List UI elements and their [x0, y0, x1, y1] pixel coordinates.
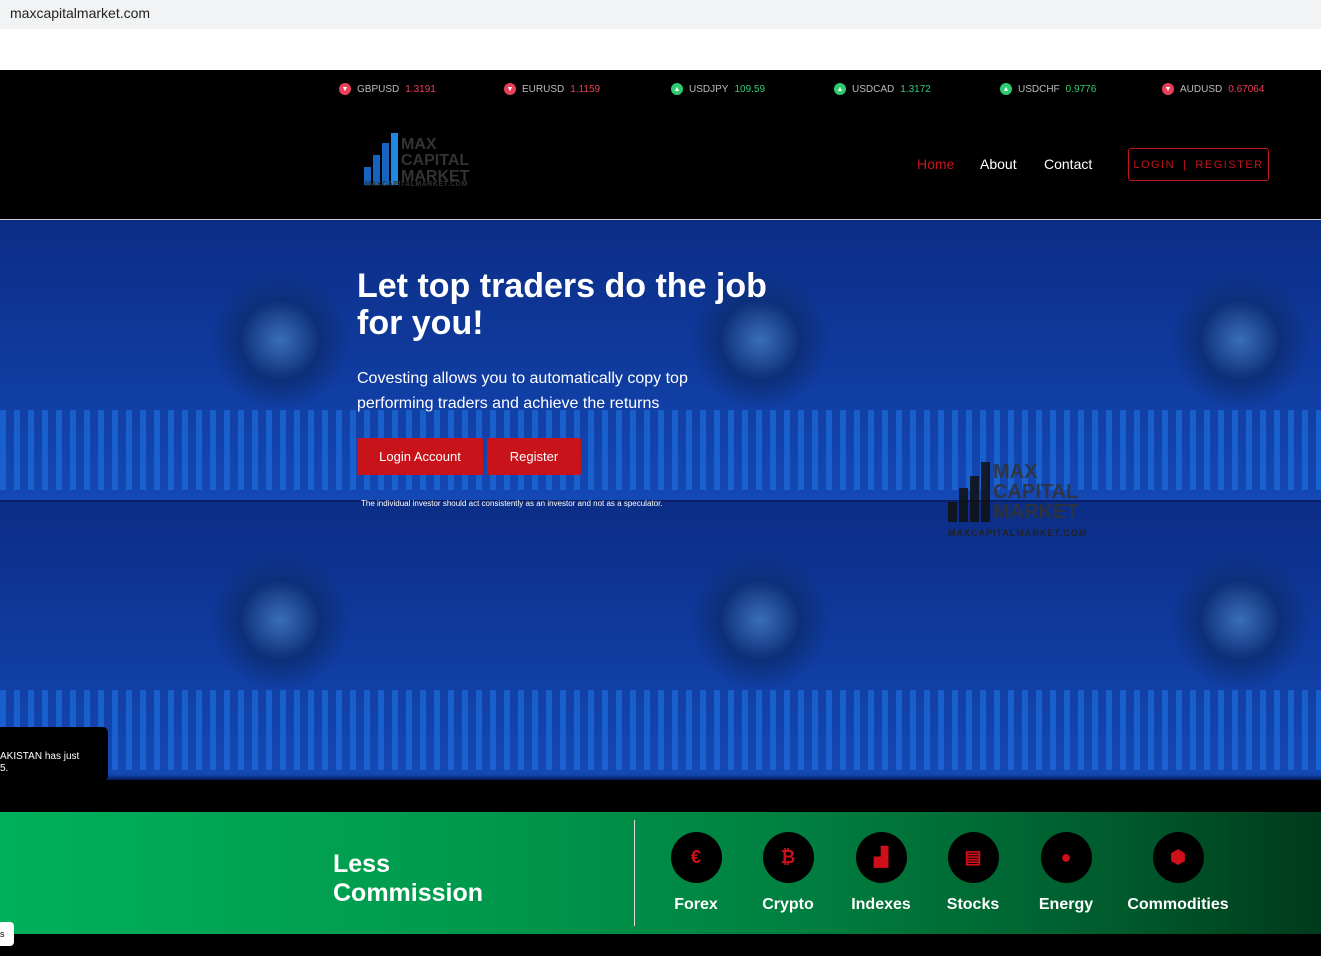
arrow-down-icon: ▼ [1162, 83, 1174, 95]
notification-toast[interactable]: AKISTAN has just 5. [0, 727, 108, 781]
nav-about[interactable]: About [980, 156, 1017, 172]
bitcoin-icon: ₿ [762, 832, 814, 883]
category-forex[interactable]: € Forex [646, 832, 746, 914]
ticker-symbol: USDCAD [852, 83, 895, 95]
ticker-value: 0.9776 [1065, 83, 1097, 95]
ticker-item: ▼ GBPUSD 1.3191 [339, 83, 436, 95]
ticker-value: 0.67064 [1228, 83, 1265, 95]
ticker-value: 109.59 [734, 83, 766, 95]
arrow-up-icon: ▲ [834, 83, 846, 95]
category-energy[interactable]: ● Energy [1016, 832, 1116, 914]
ticker-symbol: AUDUSD [1180, 83, 1223, 95]
ticker-symbol: EURUSD [522, 83, 565, 95]
category-stocks[interactable]: ▤ Stocks [923, 832, 1023, 914]
category-commodities[interactable]: ⬢ Commodities [1127, 832, 1229, 914]
logo-bars-icon [948, 462, 990, 522]
register-button[interactable]: Register [487, 438, 581, 475]
arrow-up-icon: ▲ [671, 83, 683, 95]
category-indexes[interactable]: ▟ Indexes [831, 832, 931, 914]
arrow-up-icon: ▲ [1000, 83, 1012, 95]
less-commission-title: Less Commission [333, 850, 484, 907]
address-bar[interactable]: maxcapitalmarket.com [0, 0, 1321, 29]
blank-band [0, 29, 1321, 70]
euro-icon: € [670, 832, 722, 883]
watermark-subtitle: MAXCAPITALMARKET.COM [948, 528, 1088, 538]
login-account-button[interactable]: Login Account [357, 438, 483, 475]
drop-icon: ● [1040, 832, 1092, 883]
category-crypto[interactable]: ₿ Crypto [738, 832, 838, 914]
disclaimer: The individual investor should act consi… [361, 499, 663, 508]
hero-text: Covesting allows you to automatically co… [357, 370, 688, 412]
register-link[interactable]: REGISTER [1195, 159, 1263, 171]
hero-title: Let top traders do the job for you! [357, 267, 767, 342]
ticker-value: 1.1159 [570, 83, 601, 95]
ticker-item: ▲ USDCHF 0.9776 [1000, 83, 1096, 95]
logo-bars-icon [364, 133, 398, 185]
document-icon: ▤ [947, 832, 999, 883]
arrow-down-icon: ▼ [504, 83, 516, 95]
currency-ticker: ▼ GBPUSD 1.3191 ▼ EURUSD 1.1159 ▲ USDJPY 109.5… [0, 83, 1321, 97]
ticker-item: ▼ EURUSD 1.1159 [504, 83, 600, 95]
area-chart-icon: ▟ [855, 832, 907, 883]
login-link[interactable]: LOGIN [1133, 159, 1175, 171]
ticker-item: ▲ USDJPY 109.59 [671, 83, 765, 95]
ticker-symbol: USDCHF [1018, 83, 1060, 95]
features-bar: Less Commission € Forex ₿ Crypto ▟ Indexes ▤… [0, 812, 1321, 934]
nav-contact[interactable]: Contact [1044, 156, 1092, 172]
arrow-down-icon: ▼ [339, 83, 351, 95]
ticker-item: ▲ USDCAD 1.3172 [834, 83, 931, 95]
box-icon: ⬢ [1152, 832, 1204, 883]
divider [634, 820, 635, 926]
ticker-symbol: GBPUSD [357, 83, 400, 95]
ticker-symbol: USDJPY [689, 83, 729, 95]
watermark-logo: MAX CAPITAL MARKET [948, 462, 1079, 522]
cookie-button[interactable]: s [0, 922, 14, 946]
login-register-button[interactable]: LOGIN | REGISTER [1128, 148, 1269, 181]
ticker-item: ▼ AUDUSD 0.67064 [1162, 83, 1264, 95]
site-logo[interactable]: MAX CAPITAL MARKET [364, 133, 469, 185]
ticker-value: 1.3191 [405, 83, 436, 95]
ticker-value: 1.3172 [900, 83, 931, 95]
hero-banner: Let top traders do the job for you! Cove… [0, 220, 1321, 780]
logo-subtitle: MAXCAPITALMARKET.COM [365, 181, 468, 188]
nav-home[interactable]: Home [917, 156, 954, 172]
